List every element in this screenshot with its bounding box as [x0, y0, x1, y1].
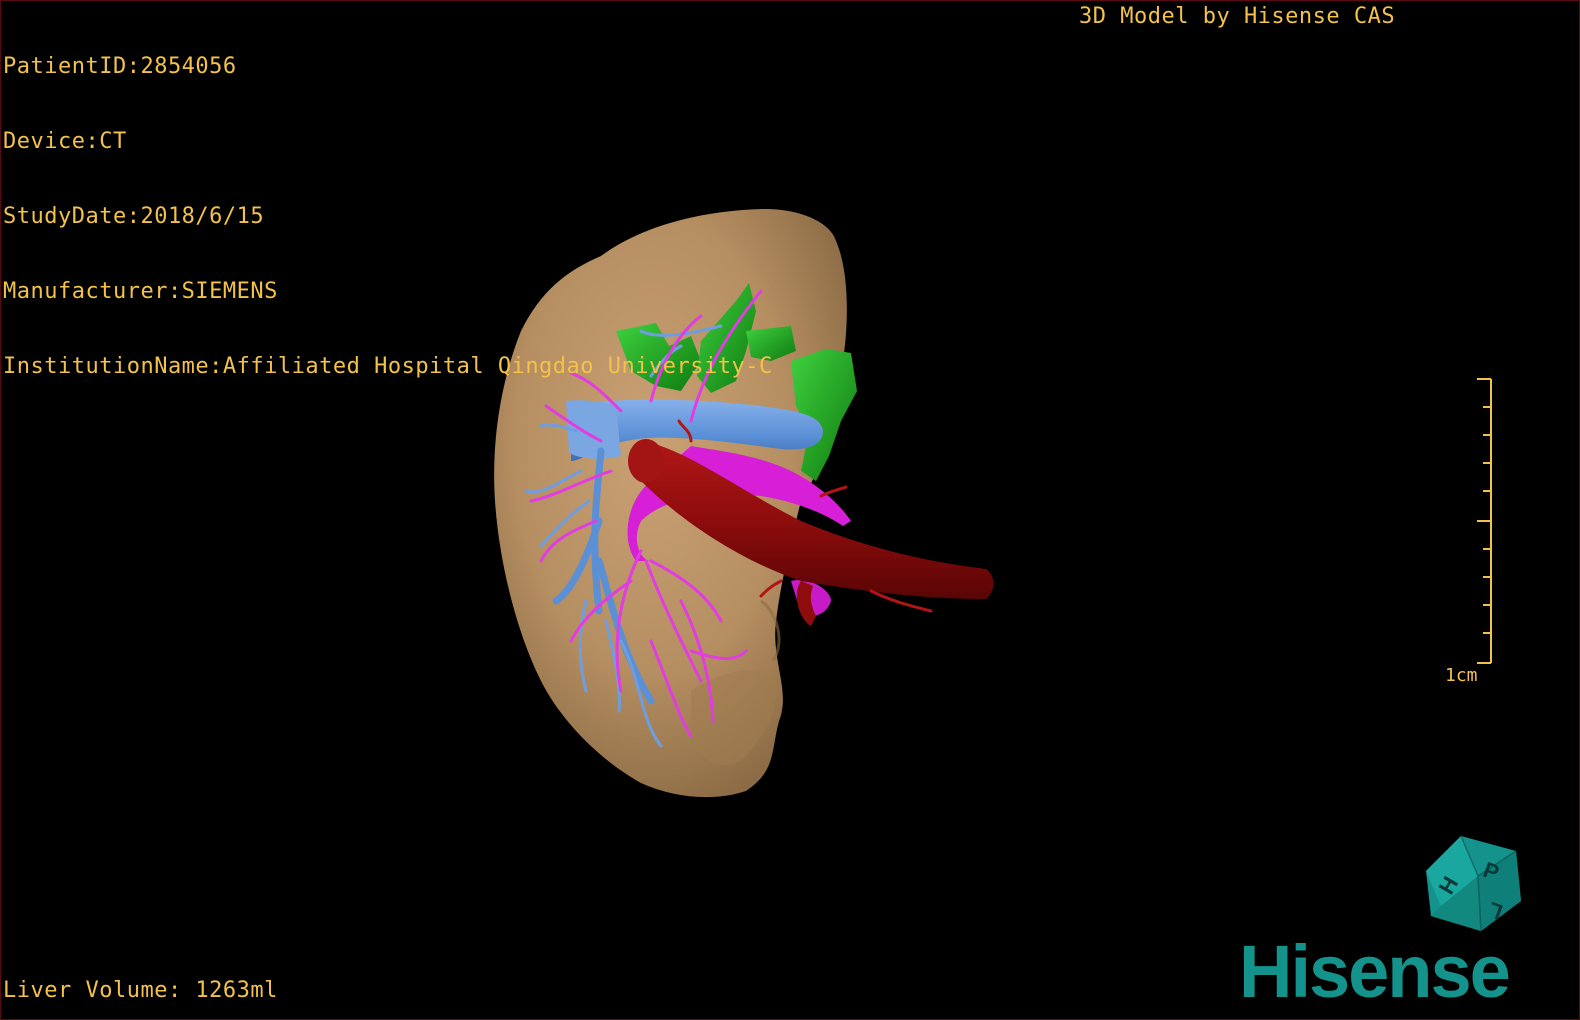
patient-info-block: PatientID:2854056 Device:CT StudyDate:20…	[3, 4, 773, 429]
study-date-text: StudyDate:2018/6/15	[3, 204, 265, 229]
hisense-logo-text: Hisense	[1239, 933, 1509, 1013]
liver-volume-text: Liver Volume: 1263ml	[3, 978, 278, 1003]
3d-viewport[interactable]: PatientID:2854056 Device:CT StudyDate:20…	[0, 0, 1580, 1020]
manufacturer-text: Manufacturer:SIEMENS	[3, 279, 278, 304]
patient-id-text: PatientID:2854056	[3, 54, 237, 79]
device-text: Device:CT	[3, 129, 127, 154]
hisense-logo: Hisense	[1239, 933, 1511, 1013]
scale-label: 1cm	[1445, 665, 1478, 686]
model-credit-text: 3D Model by Hisense CAS	[1079, 4, 1396, 29]
scale-bar	[1477, 378, 1492, 664]
institution-text: InstitutionName:Affiliated Hospital Qing…	[3, 354, 773, 379]
orientation-cube[interactable]: P H L	[1416, 831, 1526, 941]
